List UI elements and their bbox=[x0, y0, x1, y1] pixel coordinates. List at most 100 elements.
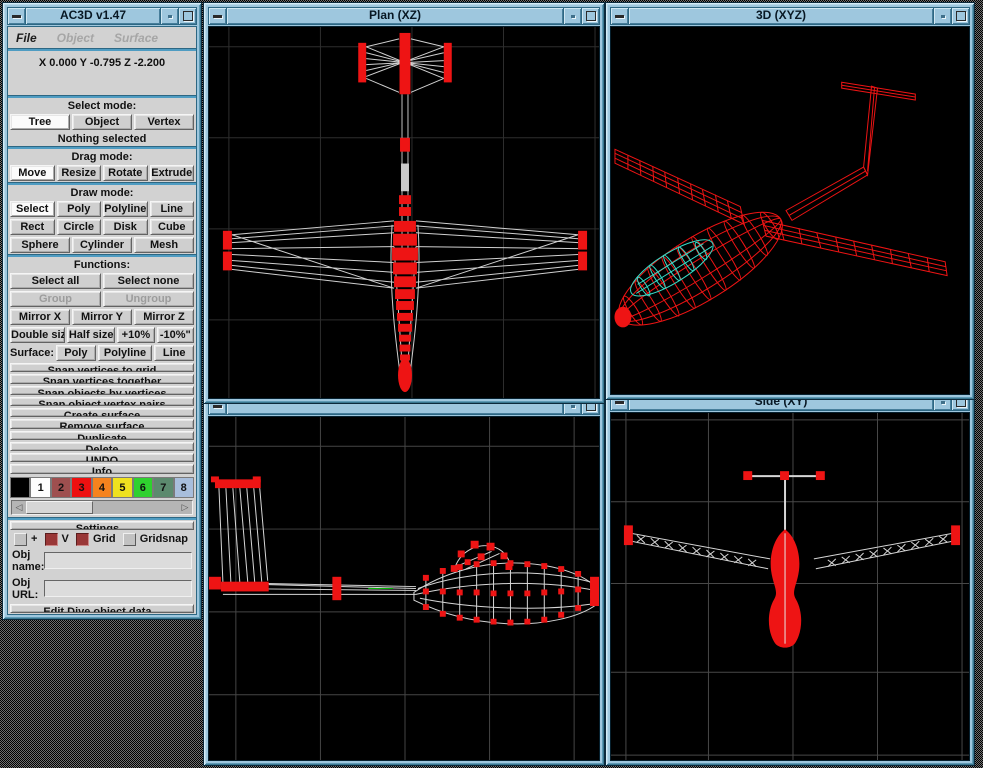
plan-titlebar[interactable]: Plan (XZ) bbox=[208, 7, 600, 25]
scroll-left-icon[interactable]: ◁ bbox=[12, 501, 26, 514]
menu-file[interactable]: File bbox=[16, 31, 37, 45]
surface-line-button[interactable]: Line bbox=[154, 345, 194, 361]
maximize-icon bbox=[586, 11, 596, 21]
drag-resize-button[interactable]: Resize bbox=[57, 165, 102, 181]
draw-sphere-button[interactable]: Sphere bbox=[10, 237, 70, 253]
axis-plus-label: + bbox=[31, 533, 37, 545]
minus-10-button[interactable]: -10%" bbox=[157, 327, 194, 343]
toolbox-body: File Object Surface X 0.000 Y -0.795 Z -… bbox=[7, 26, 197, 615]
minimize-icon bbox=[615, 15, 624, 18]
draw-mesh-button[interactable]: Mesh bbox=[134, 237, 194, 253]
scrollbar-thumb[interactable] bbox=[26, 501, 93, 514]
select-none-button[interactable]: Select none bbox=[103, 273, 194, 289]
checkbox-checked-icon[interactable] bbox=[45, 533, 58, 546]
surface-polyline-button[interactable]: Polyline bbox=[98, 345, 153, 361]
undo-button[interactable]: UNDO bbox=[10, 453, 194, 462]
draw-rect-button[interactable]: Rect bbox=[10, 219, 55, 235]
toolbox-titlebar[interactable]: AC3D v1.47 bbox=[7, 7, 197, 25]
snap-objects-by-vertices-button[interactable]: Snap objects by vertices bbox=[10, 386, 194, 395]
draw-poly-button[interactable]: Poly bbox=[57, 201, 102, 217]
iconify-icon bbox=[941, 15, 945, 18]
palette-swatch-1[interactable]: 1 bbox=[30, 477, 50, 498]
surface-poly-button[interactable]: Poly bbox=[56, 345, 96, 361]
draw-circle-button[interactable]: Circle bbox=[57, 219, 102, 235]
palette-swatch-8[interactable]: 8 bbox=[174, 477, 194, 498]
draw-polyline-button[interactable]: Polyline bbox=[103, 201, 148, 217]
window-menu-button[interactable] bbox=[611, 8, 629, 24]
duplicate-button[interactable]: Duplicate bbox=[10, 431, 194, 440]
palette-swatch-0[interactable] bbox=[10, 477, 30, 498]
plan-view-canvas[interactable] bbox=[208, 26, 600, 399]
side-view-canvas[interactable] bbox=[208, 416, 600, 761]
mirror-y-button[interactable]: Mirror Y bbox=[72, 309, 132, 325]
drag-rotate-button[interactable]: Rotate bbox=[103, 165, 148, 181]
create-surface-button[interactable]: Create surface bbox=[10, 408, 194, 417]
palette-swatch-2[interactable]: 2 bbox=[51, 477, 71, 498]
minimize-icon bbox=[213, 15, 222, 18]
maximize-button[interactable] bbox=[581, 8, 599, 24]
draw-cylinder-button[interactable]: Cylinder bbox=[72, 237, 132, 253]
mirror-x-button[interactable]: Mirror X bbox=[10, 309, 70, 325]
mirror-z-button[interactable]: Mirror Z bbox=[134, 309, 194, 325]
draw-select-button[interactable]: Select bbox=[10, 201, 55, 217]
scrollbar-track[interactable] bbox=[93, 501, 178, 514]
obj-name-input[interactable] bbox=[44, 552, 192, 569]
functions-header: Functions: bbox=[8, 257, 196, 272]
draw-disk-button[interactable]: Disk bbox=[103, 219, 148, 235]
delete-button[interactable]: Delete bbox=[10, 442, 194, 451]
front-view-drawing bbox=[611, 413, 969, 760]
threed-titlebar[interactable]: 3D (XYZ) bbox=[610, 7, 970, 25]
grid-toggle[interactable]: Grid bbox=[76, 533, 116, 546]
palette-swatch-6[interactable]: 6 bbox=[133, 477, 153, 498]
remove-surface-button[interactable]: Remove surface bbox=[10, 419, 194, 428]
palette-scrollbar[interactable]: ◁ ▷ bbox=[11, 500, 193, 515]
iconify-button[interactable] bbox=[933, 8, 951, 24]
plus-10-button[interactable]: +10% bbox=[117, 327, 154, 343]
palette-swatch-7[interactable]: 7 bbox=[153, 477, 173, 498]
maximize-button[interactable] bbox=[951, 8, 969, 24]
gridsnap-toggle[interactable]: Gridsnap bbox=[123, 533, 188, 546]
axis-plus-toggle[interactable]: + bbox=[14, 533, 37, 546]
side-view-drawing bbox=[209, 417, 599, 760]
snap-vertices-together-button[interactable]: Snap vertices together bbox=[10, 374, 194, 383]
front-view-canvas[interactable] bbox=[610, 412, 970, 761]
settings-button[interactable]: Settings... bbox=[10, 521, 194, 530]
threed-view-canvas[interactable] bbox=[610, 26, 970, 395]
palette-swatch-3[interactable]: 3 bbox=[71, 477, 91, 498]
info-button[interactable]: Info bbox=[10, 464, 194, 473]
select-mode-object-button[interactable]: Object bbox=[72, 114, 132, 130]
vertices-toggle[interactable]: V bbox=[45, 533, 69, 546]
threed-view-window: 3D (XYZ) bbox=[605, 2, 975, 400]
draw-line-button[interactable]: Line bbox=[150, 201, 195, 217]
checkbox-checked-icon[interactable] bbox=[76, 533, 89, 546]
double-size-button[interactable]: Double size bbox=[10, 327, 65, 343]
side-vertices bbox=[209, 476, 599, 625]
window-menu-button[interactable] bbox=[209, 8, 227, 24]
maximize-icon bbox=[956, 11, 966, 21]
ungroup-button: Ungroup bbox=[103, 291, 194, 307]
desktop-root: AC3D v1.47 File Object Surface X 0.000 Y… bbox=[0, 0, 983, 768]
select-mode-tree-button[interactable]: Tree bbox=[10, 114, 70, 130]
snap-vertices-to-grid-button[interactable]: Snap vertices to grid bbox=[10, 363, 194, 372]
iconify-button[interactable] bbox=[160, 8, 178, 24]
palette-swatch-5[interactable]: 5 bbox=[112, 477, 132, 498]
snap-object-vertex-pairs-button[interactable]: Snap object vertex pairs bbox=[10, 397, 194, 406]
threed-wireframe bbox=[611, 82, 947, 345]
drag-extrude-button[interactable]: Extrude bbox=[150, 165, 195, 181]
select-mode-vertex-button[interactable]: Vertex bbox=[134, 114, 194, 130]
draw-cube-button[interactable]: Cube bbox=[150, 219, 195, 235]
window-menu-button[interactable] bbox=[8, 8, 26, 24]
threed-view-drawing bbox=[611, 27, 969, 394]
checkbox-unchecked-icon[interactable] bbox=[14, 533, 27, 546]
select-all-button[interactable]: Select all bbox=[10, 273, 101, 289]
iconify-icon bbox=[571, 405, 575, 408]
maximize-button[interactable] bbox=[178, 8, 196, 24]
obj-url-input[interactable] bbox=[44, 580, 192, 597]
palette-swatch-4[interactable]: 4 bbox=[92, 477, 112, 498]
drag-move-button[interactable]: Move bbox=[10, 165, 55, 181]
edit-dive-object-data-button[interactable]: Edit Dive object data... bbox=[10, 604, 194, 613]
iconify-button[interactable] bbox=[563, 8, 581, 24]
scroll-right-icon[interactable]: ▷ bbox=[178, 501, 192, 514]
half-size-button[interactable]: Half size bbox=[67, 327, 115, 343]
checkbox-unchecked-icon[interactable] bbox=[123, 533, 136, 546]
